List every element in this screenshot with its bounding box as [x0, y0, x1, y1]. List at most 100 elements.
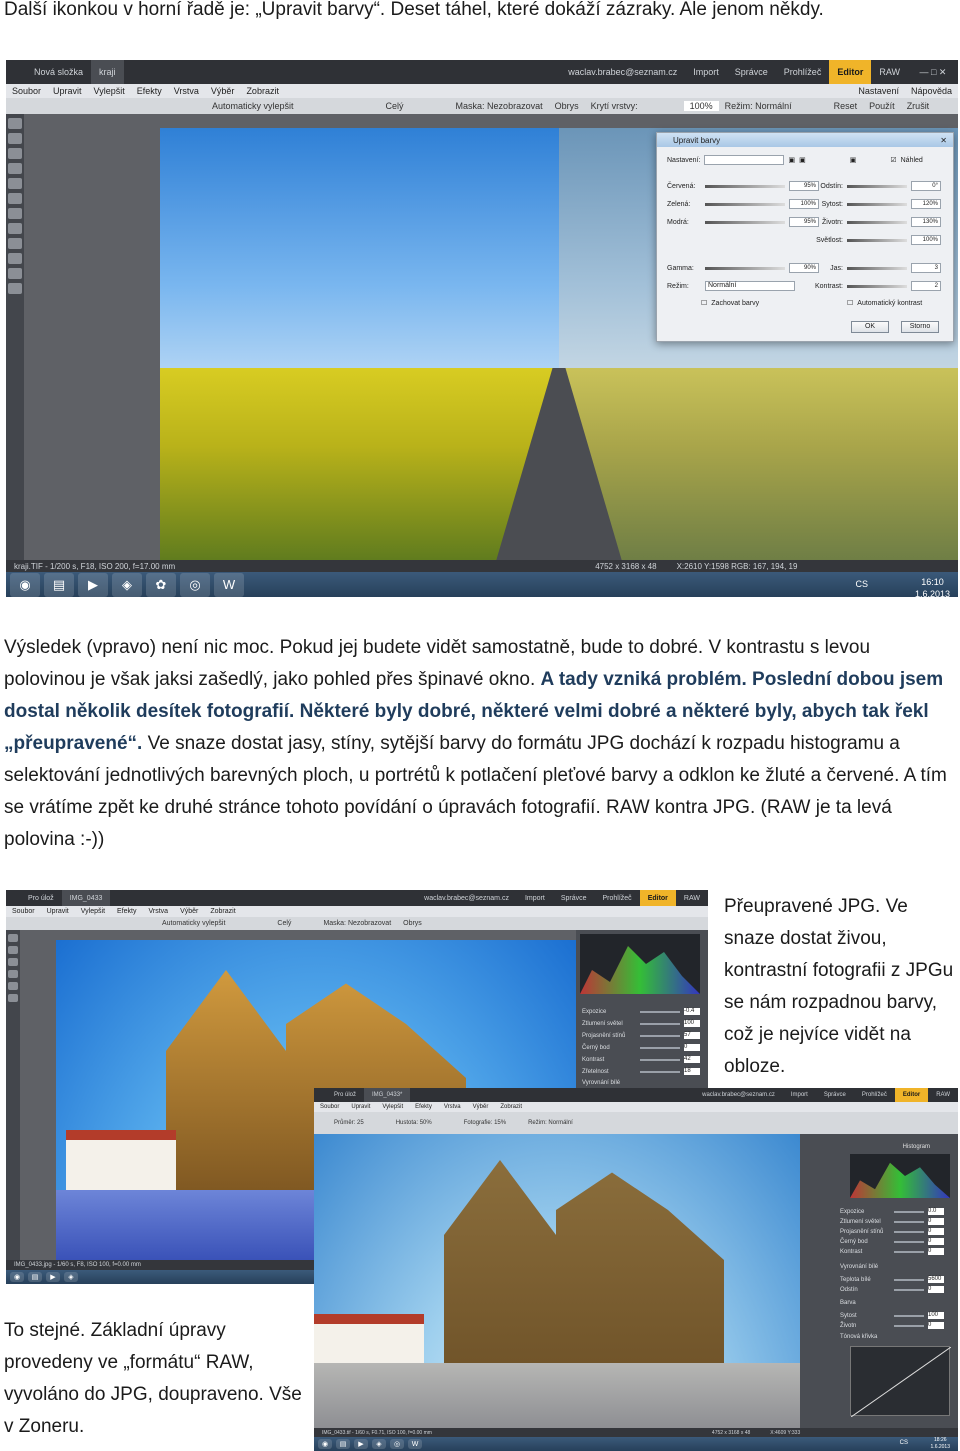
- brightness-value[interactable]: 3: [911, 263, 941, 273]
- nav-import[interactable]: Import: [517, 890, 553, 906]
- levels-tool-icon[interactable]: [8, 283, 22, 294]
- black-point-slider[interactable]: [640, 1046, 680, 1049]
- ok-button[interactable]: OK: [851, 321, 889, 333]
- explorer-icon[interactable]: ▤: [44, 572, 74, 597]
- lightness-slider[interactable]: [847, 238, 907, 242]
- shadows-value[interactable]: 57: [684, 1032, 700, 1039]
- selection-tool-icon[interactable]: [8, 193, 22, 204]
- saturation-value[interactable]: 120%: [911, 199, 941, 209]
- eraser-tool-icon[interactable]: [8, 223, 22, 234]
- highlights-value[interactable]: 0: [928, 1218, 944, 1225]
- nav-editor[interactable]: Editor: [894, 1088, 929, 1102]
- menu-help[interactable]: Nápověda: [905, 86, 958, 96]
- menu-edit[interactable]: Upravit: [47, 86, 88, 96]
- nav-editor[interactable]: Editor: [639, 890, 676, 906]
- apply-button[interactable]: Použít: [863, 101, 901, 111]
- shadows-slider[interactable]: [640, 1034, 680, 1037]
- highlights-value[interactable]: 100: [684, 1020, 700, 1027]
- tab-folder[interactable]: Pro úlož: [20, 890, 62, 906]
- vibrance-slider[interactable]: [847, 220, 907, 224]
- menu-edit[interactable]: Upravit: [345, 1104, 376, 1110]
- shadows-slider[interactable]: [894, 1230, 924, 1233]
- tab-folder[interactable]: Pro úlož: [326, 1088, 364, 1102]
- explorer-icon[interactable]: ▤: [28, 1272, 42, 1282]
- save-preset-icon[interactable]: ▣: [788, 156, 795, 164]
- menu-view[interactable]: Zobrazit: [204, 908, 241, 915]
- scope-select[interactable]: Celý: [380, 101, 410, 111]
- density-field[interactable]: Hustota: 50%: [390, 1120, 438, 1126]
- preview-checkbox[interactable]: ☑: [890, 156, 896, 164]
- nav-raw[interactable]: RAW: [676, 890, 708, 906]
- vibrance-value[interactable]: 0: [928, 1322, 944, 1329]
- menu-enhance[interactable]: Vylepšit: [75, 908, 111, 915]
- outline-checkbox[interactable]: Obrys: [549, 101, 585, 111]
- brush-tool-icon[interactable]: [8, 970, 18, 978]
- layer-opacity-value[interactable]: 100%: [683, 101, 719, 111]
- highlights-slider[interactable]: [894, 1220, 924, 1223]
- move-tool-icon[interactable]: [8, 118, 22, 129]
- outline-checkbox[interactable]: Obrys: [397, 920, 428, 927]
- text-tool-icon[interactable]: [8, 208, 22, 219]
- menu-layer[interactable]: Vrstva: [142, 908, 174, 915]
- nav-raw[interactable]: RAW: [871, 60, 908, 84]
- brightness-slider[interactable]: [847, 266, 907, 270]
- media-icon[interactable]: ▶: [46, 1272, 60, 1282]
- shadows-value[interactable]: 0: [928, 1228, 944, 1235]
- media-icon[interactable]: ▶: [354, 1439, 368, 1449]
- temperature-slider[interactable]: [894, 1278, 924, 1281]
- photo-field[interactable]: Fotografie: 15%: [458, 1120, 512, 1126]
- menu-select[interactable]: Výběr: [205, 86, 241, 96]
- tab-image[interactable]: IMG_0433: [61, 890, 111, 906]
- mask-select[interactable]: Maska: Nezobrazovat: [317, 920, 397, 927]
- eyedropper-icon[interactable]: ▣: [850, 156, 857, 164]
- auto-enhance-button[interactable]: Automaticky vylepšit: [206, 101, 300, 111]
- contrast-slider[interactable]: [847, 284, 907, 288]
- brush-tool-icon[interactable]: [8, 163, 22, 174]
- cancel-button[interactable]: Zrušit: [901, 101, 936, 111]
- tab-image[interactable]: kraji: [91, 60, 124, 84]
- fill-tool-icon[interactable]: [8, 238, 22, 249]
- start-icon[interactable]: ◉: [318, 1439, 332, 1449]
- window-controls-icon[interactable]: — □ ✕: [908, 67, 958, 78]
- menu-enhance[interactable]: Vylepšit: [376, 1104, 409, 1110]
- green-slider[interactable]: [705, 202, 785, 206]
- move-tool-icon[interactable]: [8, 934, 18, 942]
- media-icon[interactable]: ▶: [78, 572, 108, 597]
- vibrance-slider[interactable]: [894, 1324, 924, 1327]
- word-icon[interactable]: W: [408, 1439, 422, 1449]
- menu-layer[interactable]: Vrstva: [438, 1104, 467, 1110]
- exposure-value[interactable]: -0.4: [684, 1008, 700, 1015]
- nav-raw[interactable]: RAW: [928, 1088, 958, 1102]
- zoner-icon[interactable]: ◈: [64, 1272, 78, 1282]
- menu-effects[interactable]: Efekty: [409, 1104, 438, 1110]
- color-tool-icon[interactable]: [8, 268, 22, 279]
- zoom-tool-icon[interactable]: [8, 946, 18, 954]
- nav-browser[interactable]: Prohlížeč: [595, 890, 640, 906]
- blend-mode-select[interactable]: Režim: Normální: [719, 101, 798, 111]
- saturation-value[interactable]: 100: [928, 1312, 944, 1319]
- nav-manager[interactable]: Správce: [727, 60, 776, 84]
- language-indicator[interactable]: CS: [855, 579, 868, 589]
- hue-value[interactable]: 0°: [911, 181, 941, 191]
- highlights-slider[interactable]: [640, 1022, 680, 1025]
- menu-layer[interactable]: Vrstva: [168, 86, 205, 96]
- menu-select[interactable]: Výběr: [467, 1104, 495, 1110]
- exposure-value[interactable]: 0.0: [928, 1208, 944, 1215]
- preset-select[interactable]: [704, 155, 785, 165]
- zoner-icon[interactable]: ◈: [112, 572, 142, 597]
- blue-slider[interactable]: [705, 220, 785, 224]
- gradient-tool-icon[interactable]: [8, 253, 22, 264]
- app-icon[interactable]: ✿: [146, 572, 176, 597]
- start-icon[interactable]: ◉: [10, 572, 40, 597]
- menu-settings[interactable]: Nastavení: [852, 86, 905, 96]
- nav-manager[interactable]: Správce: [553, 890, 595, 906]
- auto-enhance-button[interactable]: Automaticky vylepšit: [156, 920, 231, 927]
- clarity-value[interactable]: 18: [684, 1068, 700, 1075]
- menu-enhance[interactable]: Vylepšit: [88, 86, 131, 96]
- mode-select[interactable]: Normální: [705, 281, 795, 291]
- crop-tool-icon[interactable]: [8, 148, 22, 159]
- temperature-value[interactable]: 5600: [928, 1276, 944, 1283]
- menu-view[interactable]: Zobrazit: [240, 86, 285, 96]
- menu-effects[interactable]: Efekty: [111, 908, 142, 915]
- blend-mode-select[interactable]: Režim: Normální: [522, 1120, 579, 1126]
